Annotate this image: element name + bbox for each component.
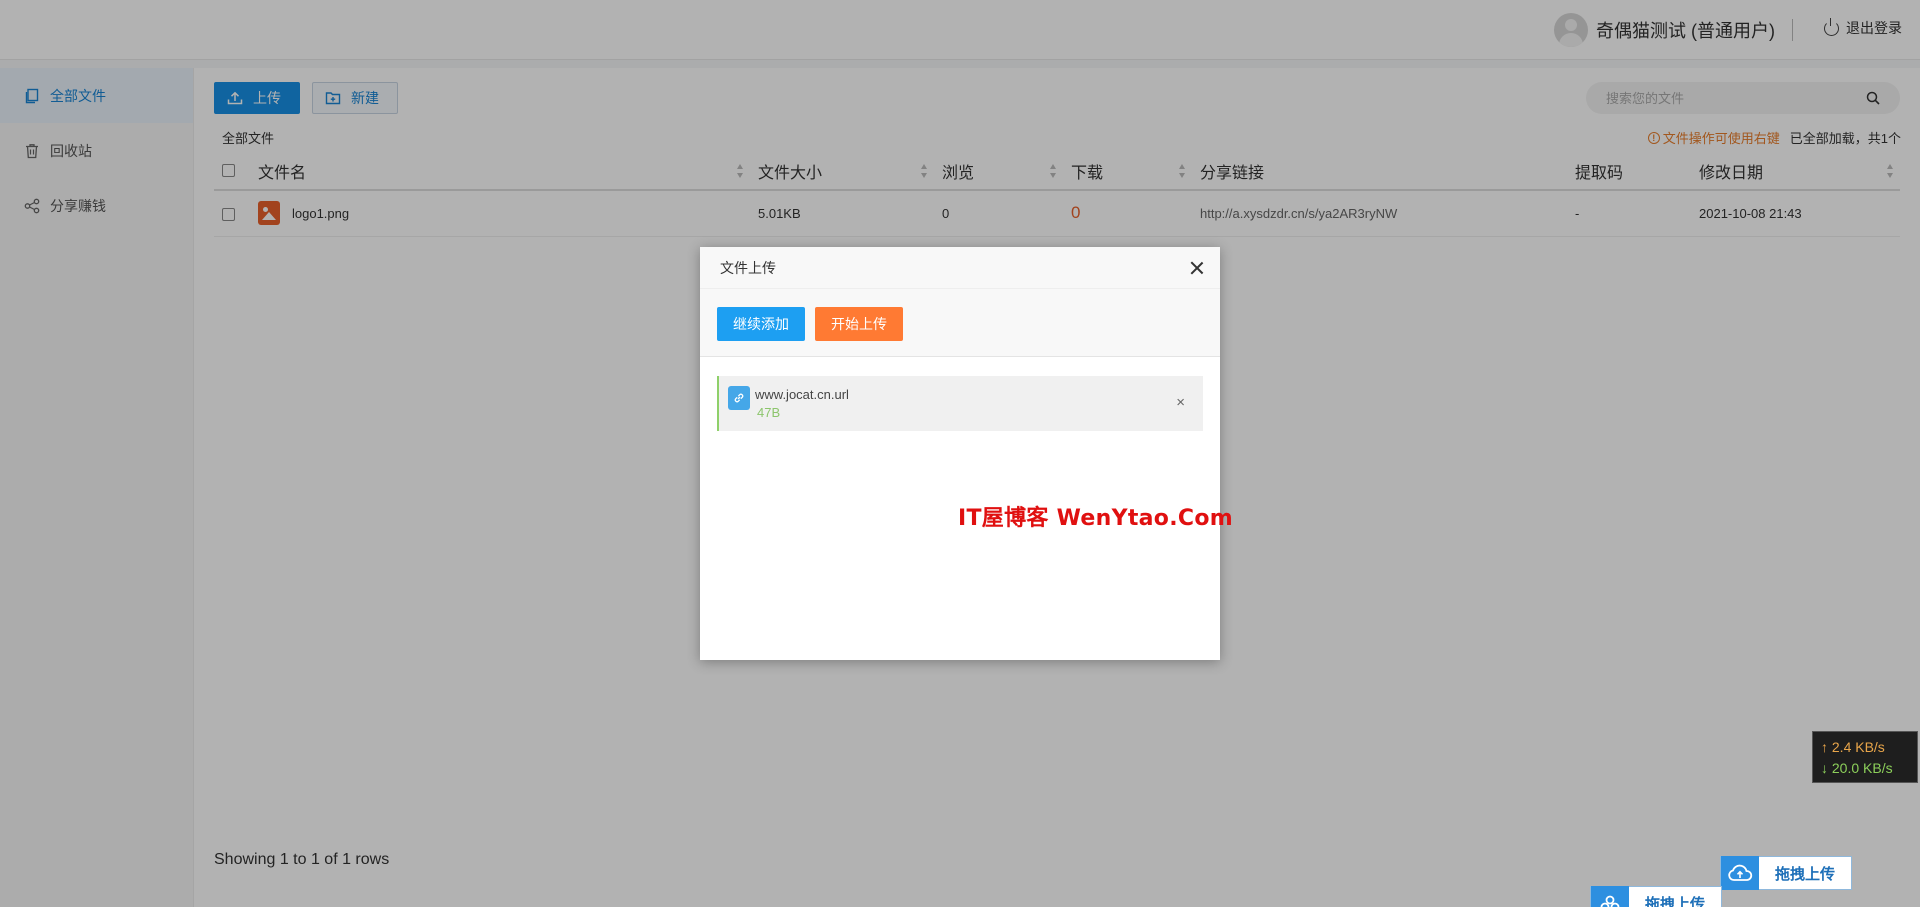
link-file-icon: [728, 386, 750, 410]
queued-file-name: www.jocat.cn.url: [755, 387, 849, 402]
dialog-header: 文件上传: [700, 247, 1220, 289]
cloud-upload-icon: [1591, 886, 1629, 907]
remove-item-button[interactable]: ×: [1176, 394, 1185, 411]
dialog-actions: 继续添加 开始上传: [700, 289, 1220, 357]
drag-upload-label: 拖拽上传: [1645, 895, 1706, 907]
drag-upload-button[interactable]: 拖拽上传: [1720, 856, 1853, 890]
dialog-title: 文件上传: [720, 259, 776, 276]
drag-upload-button-secondary[interactable]: 拖拽上传: [1590, 886, 1723, 907]
upload-dialog: 文件上传 继续添加 开始上传 www.jocat.cn.url 47B × IT…: [700, 247, 1233, 660]
upload-queue-item: www.jocat.cn.url 47B ×: [717, 376, 1203, 431]
upload-speed: ↑ 2.4 KB/s: [1821, 739, 1885, 755]
download-speed: ↓ 20.0 KB/s: [1821, 760, 1893, 776]
close-icon[interactable]: [1190, 261, 1204, 275]
queued-file-size: 47B: [757, 405, 781, 420]
watermark-text: IT屋博客 WenYtao.Com: [958, 506, 1233, 531]
network-speed-widget: ↑ 2.4 KB/s ↓ 20.0 KB/s: [1812, 731, 1918, 783]
cloud-upload-icon: [1721, 856, 1759, 890]
continue-add-button[interactable]: 继续添加: [717, 307, 805, 341]
drag-upload-label: 拖拽上传: [1775, 865, 1836, 883]
start-upload-button[interactable]: 开始上传: [815, 307, 903, 341]
